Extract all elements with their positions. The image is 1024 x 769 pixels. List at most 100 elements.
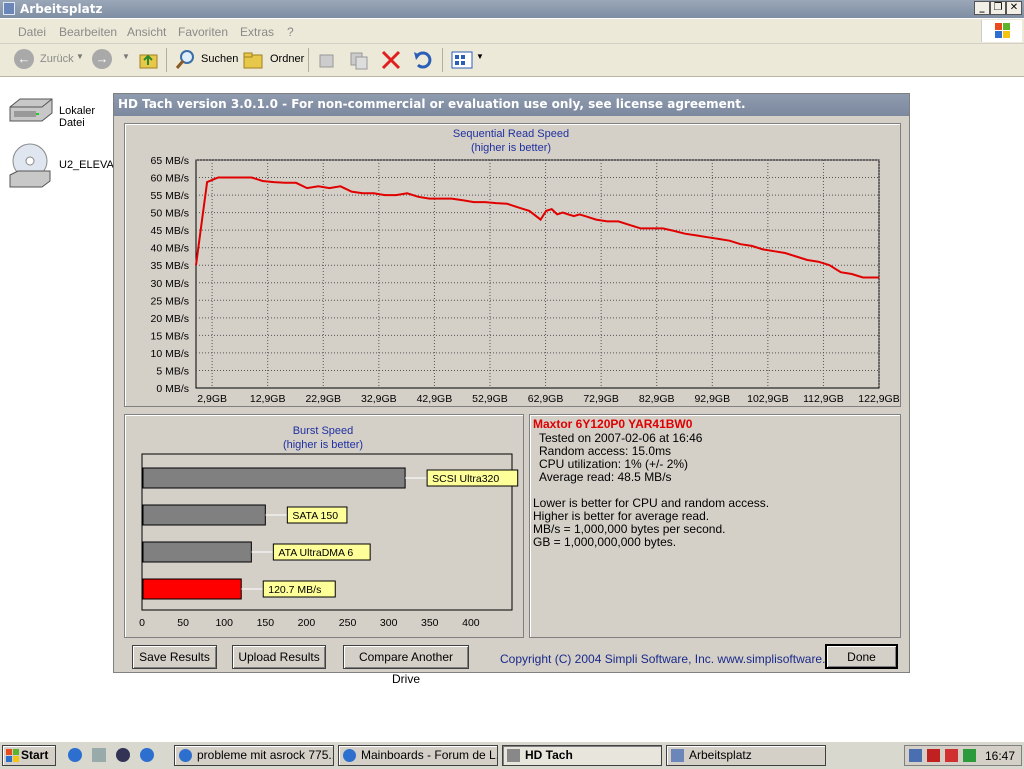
close-button[interactable]: ✕ xyxy=(1006,1,1022,15)
forward-arrow-icon: → xyxy=(92,49,112,69)
chevron-down-icon[interactable]: ▼ xyxy=(76,52,84,61)
hdtach-window: HD Tach version 3.0.1.0 - For non-commer… xyxy=(113,93,910,686)
drive-info-panel: Maxtor 6Y120P0 YAR41BW0 Tested on 2007-0… xyxy=(529,414,901,638)
delete-button[interactable] xyxy=(380,49,404,71)
restore-button[interactable]: ❐ xyxy=(990,1,1006,15)
back-button[interactable]: ← Zurück ▼ xyxy=(14,49,84,71)
folder-icon xyxy=(243,52,263,69)
x-tick-label: 72,9GB xyxy=(583,393,619,405)
random-access: Random access: 15.0ms xyxy=(539,444,672,458)
menu-help[interactable]: ? xyxy=(287,25,294,39)
y-tick-label: 65 MB/s xyxy=(150,155,189,167)
task-label: Arbeitsplatz xyxy=(689,748,752,762)
minimize-button[interactable]: _ xyxy=(974,1,990,15)
menu-extras[interactable]: Extras xyxy=(240,25,274,39)
ie-icon xyxy=(179,749,192,762)
up-folder-button[interactable] xyxy=(138,49,160,71)
y-tick-label: 50 MB/s xyxy=(150,208,189,220)
folders-button[interactable]: Ordner xyxy=(242,49,304,71)
cpu-utilization: CPU utilization: 1% (+/- 2%) xyxy=(539,457,689,471)
chevron-down-icon[interactable]: ▼ xyxy=(476,52,484,61)
task-hdtach[interactable]: HD Tach xyxy=(502,745,662,766)
back-label: Zurück xyxy=(40,53,74,65)
x-tick-label: 92,9GB xyxy=(694,393,730,405)
hdtach-title-bar[interactable]: HD Tach version 3.0.1.0 - For non-commer… xyxy=(114,94,909,116)
network-icon[interactable] xyxy=(909,749,922,762)
start-button[interactable]: Start xyxy=(2,745,56,766)
copyright-text: Copyright (C) 2004 Simpli Software, Inc.… xyxy=(500,652,849,666)
note-gb: GB = 1,000,000,000 bytes. xyxy=(533,535,677,549)
firewall-icon[interactable] xyxy=(945,749,958,762)
task-label: HD Tach xyxy=(525,748,573,762)
toolbar: ← Zurück ▼ → ▼ Suchen Ordner ▼ xyxy=(0,44,1024,77)
burst-bar xyxy=(142,578,242,600)
task-probleme[interactable]: probleme mit asrock 775... xyxy=(174,745,334,766)
burst-bar-label: SCSI Ultra320 xyxy=(432,473,499,485)
y-tick-label: 0 MB/s xyxy=(156,383,189,395)
task-arbeitsplatz[interactable]: Arbeitsplatz xyxy=(666,745,826,766)
forward-button[interactable]: → ▼ xyxy=(92,49,130,71)
computer-icon xyxy=(3,2,15,15)
x-tick-label: 62,9GB xyxy=(528,393,564,405)
y-tick-label: 25 MB/s xyxy=(150,295,189,307)
menu-datei[interactable]: Datei xyxy=(18,25,46,39)
copy-to-button[interactable] xyxy=(348,49,372,71)
views-icon xyxy=(451,51,473,69)
antivirus-icon[interactable] xyxy=(927,749,940,762)
y-tick-label: 20 MB/s xyxy=(150,313,189,325)
taskbar: Start probleme mit asrock 775... Mainboa… xyxy=(0,741,1024,769)
media-player-icon[interactable] xyxy=(116,748,130,762)
window-title-bar[interactable]: Arbeitsplatz _ ❐ ✕ xyxy=(0,0,1024,18)
menu-favoriten[interactable]: Favoriten xyxy=(178,25,228,39)
upload-results-button[interactable]: Upload Results xyxy=(232,645,326,669)
x-tick-label: 42,9GB xyxy=(417,393,453,405)
ie-icon[interactable] xyxy=(140,748,154,762)
menu-ansicht[interactable]: Ansicht xyxy=(127,25,166,39)
burst-bar-label: ATA UltraDMA 6 xyxy=(278,547,353,559)
windows-logo-icon xyxy=(6,749,19,762)
back-arrow-icon: ← xyxy=(14,49,34,69)
search-icon xyxy=(175,50,194,69)
done-button[interactable]: Done xyxy=(825,644,898,669)
compare-drive-button[interactable]: Compare Another Drive xyxy=(343,645,469,686)
update-icon[interactable] xyxy=(963,749,976,762)
windows-logo-icon xyxy=(981,20,1022,42)
menu-bearbeiten[interactable]: Bearbeiten xyxy=(59,25,117,39)
y-tick-label: 55 MB/s xyxy=(150,190,189,202)
x-tick-label: 82,9GB xyxy=(639,393,675,405)
ie-icon[interactable] xyxy=(68,748,82,762)
chart-subtitle: (higher is better) xyxy=(471,142,551,154)
save-results-button[interactable]: Save Results xyxy=(132,645,217,669)
task-label: Mainboards - Forum de L... xyxy=(361,748,498,762)
start-label: Start xyxy=(21,748,49,762)
computer-icon xyxy=(671,749,684,762)
x-tick-label: 52,9GB xyxy=(472,393,508,405)
chevron-down-icon[interactable]: ▼ xyxy=(122,52,130,61)
burst-title: Burst Speed xyxy=(293,425,354,437)
burst-x-tick-label: 100 xyxy=(215,617,233,629)
toolbar-separator xyxy=(308,48,309,72)
burst-x-tick-label: 400 xyxy=(462,617,480,629)
burst-x-tick-label: 200 xyxy=(298,617,316,629)
cd-drive-item[interactable]: U2_ELEVAT xyxy=(6,143,120,192)
burst-bar-label: 120.7 MB/s xyxy=(268,584,321,596)
search-button[interactable]: Suchen xyxy=(174,49,238,71)
undo-icon xyxy=(414,51,432,69)
burst-x-tick-label: 300 xyxy=(380,617,398,629)
views-button[interactable]: ▼ xyxy=(450,49,484,71)
local-drive-item[interactable]: Lokaler Datei xyxy=(6,95,95,129)
y-tick-label: 45 MB/s xyxy=(150,225,189,237)
outlook-icon[interactable] xyxy=(92,748,106,762)
burst-bar xyxy=(142,504,266,526)
copy-to-icon xyxy=(350,52,368,70)
burst-x-tick-label: 250 xyxy=(339,617,357,629)
move-to-button[interactable] xyxy=(316,49,340,71)
system-tray: 16:47 xyxy=(904,745,1022,766)
plot-area xyxy=(195,159,880,389)
note-mbs: MB/s = 1,000,000 bytes per second. xyxy=(533,522,726,536)
undo-button[interactable] xyxy=(412,49,436,71)
burst-bar xyxy=(142,541,252,563)
task-mainboards[interactable]: Mainboards - Forum de L... xyxy=(338,745,498,766)
cd-drive-label: U2_ELEVAT xyxy=(59,159,120,171)
toolbar-separator xyxy=(166,48,167,72)
